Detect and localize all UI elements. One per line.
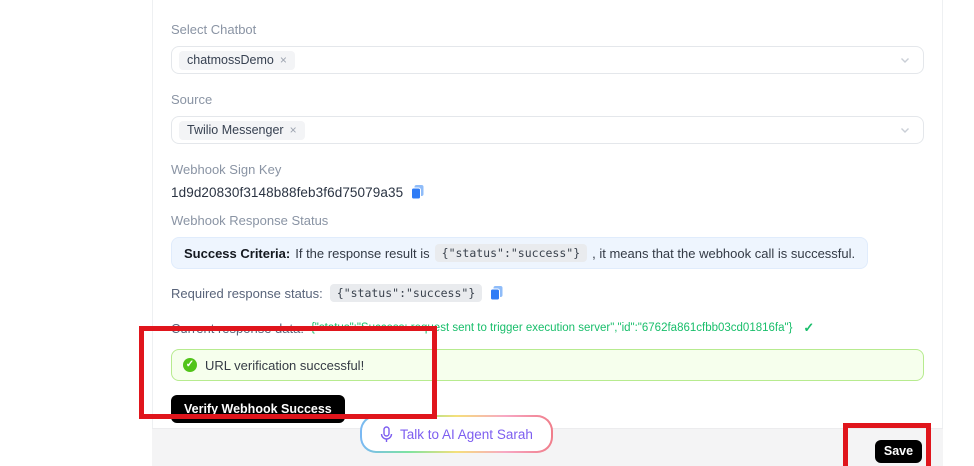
source-label: Source xyxy=(171,93,924,107)
spacer xyxy=(171,200,924,214)
talk-to-ai-agent-button-inner: Talk to AI Agent Sarah xyxy=(362,417,551,451)
required-response-status-code-chip: {"status":"success"} xyxy=(330,284,482,302)
form-content: Select Chatbot chatmossDemo × Source Twi… xyxy=(153,0,942,423)
webhook-response-status-label: Webhook Response Status xyxy=(171,214,924,228)
webhook-sign-key-label: Webhook Sign Key xyxy=(171,163,924,177)
required-response-status-row: Required response status: {"status":"suc… xyxy=(171,284,924,302)
url-verification-success-text: URL verification successful! xyxy=(205,358,364,373)
save-button[interactable]: Save xyxy=(875,440,922,463)
success-criteria-info-box: Success Criteria: If the response result… xyxy=(171,237,868,269)
source-tag-remove-icon[interactable]: × xyxy=(290,124,297,136)
check-circle-icon: ✓ xyxy=(183,358,197,372)
webhook-sign-key-row: 1d9d20830f3148b88feb3f6d75079a35 xyxy=(171,184,924,200)
source-selected-tag: Twilio Messenger × xyxy=(179,121,305,140)
source-tag-label: Twilio Messenger xyxy=(187,123,284,138)
chevron-down-icon[interactable] xyxy=(899,124,911,136)
success-criteria-text-before: If the response result is xyxy=(295,246,429,261)
chatbot-select[interactable]: chatmossDemo × xyxy=(171,46,924,74)
success-criteria-text-after: , it means that the webhook call is succ… xyxy=(592,246,855,261)
webhook-sign-key-value: 1d9d20830f3148b88feb3f6d75079a35 xyxy=(171,185,403,200)
chatbot-tag-label: chatmossDemo xyxy=(187,53,274,68)
copy-icon[interactable] xyxy=(410,184,425,200)
success-criteria-code-chip: {"status":"success"} xyxy=(435,244,587,262)
spacer xyxy=(171,144,924,163)
webhook-settings-page: Select Chatbot chatmossDemo × Source Twi… xyxy=(0,0,974,466)
chatbot-tag-remove-icon[interactable]: × xyxy=(280,54,287,66)
success-criteria-bold-text: Success Criteria: xyxy=(184,246,290,261)
spacer xyxy=(171,269,924,284)
verify-webhook-success-button[interactable]: Verify Webhook Success xyxy=(171,395,345,423)
select-chatbot-label: Select Chatbot xyxy=(171,23,924,37)
url-verification-success-alert: ✓ URL verification successful! xyxy=(171,349,924,381)
required-response-status-label: Required response status: xyxy=(171,286,323,301)
copy-icon[interactable] xyxy=(489,285,504,301)
talk-to-ai-agent-button[interactable]: Talk to AI Agent Sarah xyxy=(360,415,553,453)
chatbot-selected-tag: chatmossDemo × xyxy=(179,51,295,70)
success-check-icon: ✓ xyxy=(803,320,814,336)
current-response-data-row: Current response data: {"status":"Succes… xyxy=(171,320,924,336)
talk-to-ai-agent-label: Talk to AI Agent Sarah xyxy=(400,427,533,442)
current-response-data-value: {"status":"Success: request sent to trig… xyxy=(311,322,792,334)
spacer xyxy=(171,74,924,93)
settings-panel: Select Chatbot chatmossDemo × Source Twi… xyxy=(152,0,943,466)
source-select[interactable]: Twilio Messenger × xyxy=(171,116,924,144)
current-response-data-label: Current response data: xyxy=(171,321,304,336)
spacer xyxy=(171,302,924,320)
chevron-down-icon[interactable] xyxy=(899,54,911,66)
spacer xyxy=(171,336,924,349)
microphone-icon xyxy=(380,426,393,443)
